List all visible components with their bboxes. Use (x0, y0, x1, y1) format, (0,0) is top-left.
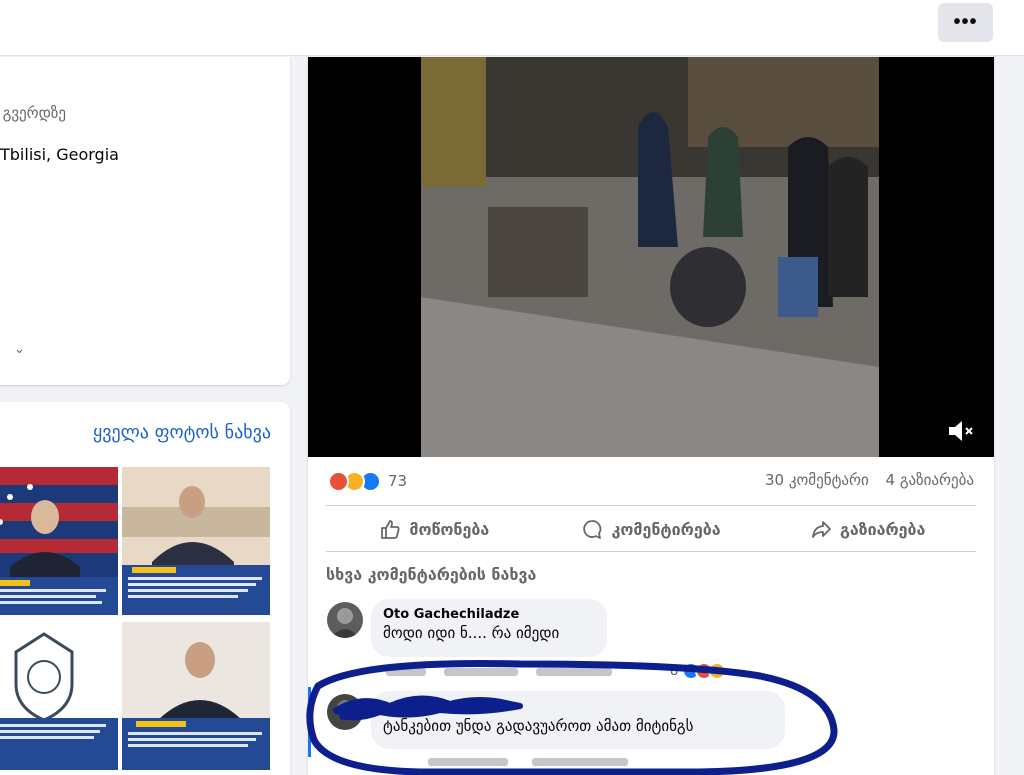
video-player[interactable] (308, 57, 994, 457)
see-all-photos-link[interactable]: ყველა ფოტოს ნახვა (93, 422, 271, 443)
comment-text: მოდი იდი ნ.... რა იმედი (383, 624, 560, 642)
view-more-comments-link[interactable]: სხვა კომენტარების ნახვა (326, 565, 536, 584)
comment-reaction-count: 8 (670, 663, 679, 679)
comment-action-redacted (443, 668, 518, 676)
comment-reply-redacted (531, 758, 628, 766)
haha-reaction-icon (708, 662, 727, 680)
post-card: 73 30 კომენტარი 4 გაზიარება მოწონება კომ… (308, 57, 994, 775)
comment-meta (386, 665, 612, 679)
photo-thumbnail[interactable] (122, 467, 270, 615)
chevron-down-icon[interactable]: ⌄ (14, 342, 25, 357)
photo-thumbnail[interactable] (122, 622, 270, 770)
photo-thumbnail[interactable] (0, 622, 118, 770)
share-label: გაზიარება (839, 519, 926, 539)
like-button[interactable]: მოწონება (326, 507, 543, 551)
more-options-button[interactable]: ••• (938, 3, 993, 42)
angry-reaction-icon (328, 470, 349, 492)
thumbs-up-icon (381, 520, 400, 539)
highlight-bar (308, 687, 311, 757)
post-actions: მოწონება კომენტირება გაზიარება (326, 507, 976, 551)
top-bar: ••• (0, 0, 1024, 56)
avatar[interactable] (327, 602, 363, 638)
intro-location[interactable]: Tbilisi, Georgia (0, 145, 119, 164)
comment-label: კომენტირება (611, 519, 721, 539)
divider (326, 505, 976, 506)
comment-reactions[interactable]: 8 (670, 662, 727, 680)
comments-count[interactable]: 30 კომენტარი (765, 471, 869, 489)
comment-time-redacted (386, 668, 426, 676)
share-button[interactable]: გაზიარება (759, 507, 976, 551)
comment-time-redacted (428, 758, 508, 766)
share-icon (812, 521, 831, 538)
intro-card: მ გვერდზე Tbilisi, Georgia ● ⌄ (0, 57, 290, 385)
redaction-scribble (332, 695, 523, 721)
post-stats: 30 კომენტარი 4 გაზიარება (753, 471, 974, 489)
comment-bubble: Oto Gachechiladze მოდი იდი ნ.... რა იმედ… (371, 599, 607, 657)
intro-page-info: მ გვერდზე (0, 104, 66, 122)
like-label: მოწონება (409, 519, 490, 539)
divider (326, 551, 976, 552)
comment-button[interactable]: კომენტირება (543, 507, 760, 551)
comment-icon (583, 520, 602, 539)
photos-card: ყველა ფოტოს ნახვა (0, 402, 290, 775)
comment-author[interactable]: Oto Gachechiladze (383, 607, 595, 622)
shares-count[interactable]: 4 გაზიარება (886, 471, 974, 489)
mute-icon[interactable] (946, 417, 976, 445)
video-frame (308, 57, 994, 457)
photo-thumbnail[interactable] (0, 467, 118, 615)
comment-meta (428, 755, 628, 769)
reaction-count: 73 (388, 472, 408, 490)
comment-reply-redacted (535, 668, 612, 676)
reaction-summary[interactable]: 73 (328, 469, 407, 493)
